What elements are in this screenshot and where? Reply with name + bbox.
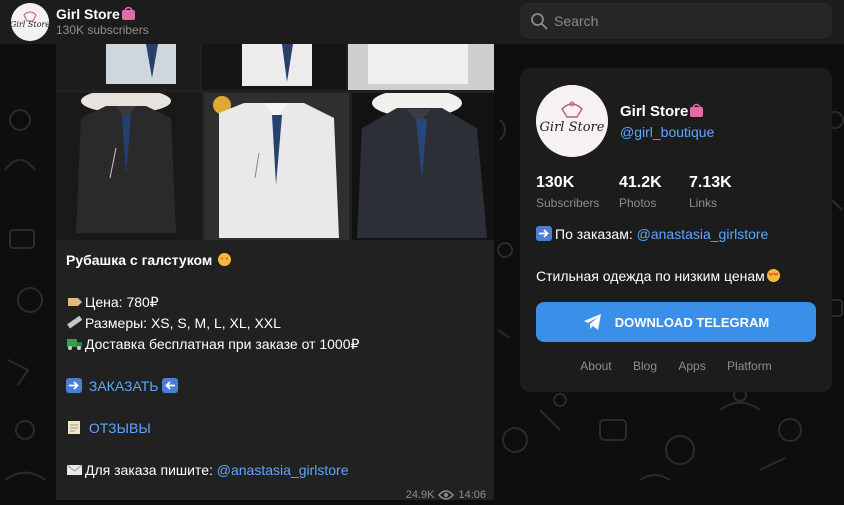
album-photo[interactable] — [348, 44, 494, 90]
contact-link[interactable]: @anastasia_girlstore — [217, 462, 349, 478]
channel-description: Стильная одежда по низким ценам — [536, 268, 784, 284]
channel-avatar[interactable]: Girl Store — [11, 3, 49, 41]
avatar-logo-text: Girl Store — [11, 20, 49, 29]
reviews-line: ОТЗЫВЫ — [66, 418, 486, 439]
album-photo-black-shirt[interactable] — [56, 93, 201, 240]
footer-link-about[interactable]: About — [580, 359, 611, 373]
post-meta: 24.9K 14:06 — [406, 489, 486, 500]
album-photo[interactable] — [56, 44, 200, 90]
search-box[interactable] — [520, 3, 832, 39]
footer-link-apps[interactable]: Apps — [678, 359, 705, 373]
avatar-logo-text: Girl Store — [540, 120, 605, 135]
album-photo-white-shirt[interactable] — [204, 93, 349, 240]
top-bar: Girl Store Girl Store 130K subscribers — [0, 0, 844, 44]
post-title-line: Рубашка с галстуком — [66, 250, 486, 271]
shopping-bag-icon — [690, 103, 704, 117]
post-delivery: Доставка бесплатная при заказе от 1000₽ — [85, 336, 360, 352]
orders-contact-line: По заказам: @anastasia_girlstore — [536, 226, 768, 242]
price-tag-icon — [68, 298, 82, 306]
envelope-icon — [66, 464, 83, 475]
card-title: Girl Store — [620, 103, 707, 120]
post-sizes: Размеры: XS, S, M, L, XL, XXL — [85, 315, 281, 331]
post-title: Рубашка с галстуком — [66, 252, 213, 268]
smiling-face-hearts-icon — [218, 253, 232, 266]
ruler-icon — [67, 315, 83, 329]
telegram-plane-icon — [583, 314, 601, 330]
footer-link-platform[interactable]: Platform — [727, 359, 772, 373]
subscriber-count: 130K subscribers — [56, 23, 149, 37]
order-link[interactable]: ЗАКАЗАТЬ — [89, 378, 159, 394]
search-icon — [531, 13, 548, 30]
post-time: 14:06 — [458, 489, 486, 500]
channel-post: Рубашка с галстуком Цена: 780₽ Размеры: … — [56, 44, 494, 500]
sizes-line: Размеры: XS, S, M, L, XL, XXL — [66, 313, 486, 334]
album-photo-dark-shirt[interactable] — [352, 93, 494, 240]
heart-eyes-icon — [766, 269, 780, 282]
channel-handle[interactable]: @girl_boutique — [620, 124, 714, 140]
right-arrow-icon — [66, 378, 82, 393]
order-line: ЗАКАЗАТЬ — [66, 376, 486, 397]
search-input[interactable] — [554, 3, 824, 39]
photo-album — [56, 44, 494, 240]
orders-contact-link[interactable]: @anastasia_girlstore — [637, 226, 769, 242]
delivery-line: Доставка бесплатная при заказе от 1000₽ — [66, 334, 486, 355]
channel-title: Girl Store — [56, 6, 139, 22]
view-count: 24.9K — [405, 489, 435, 500]
channel-info-card: Girl Store Girl Store @girl_boutique 130… — [520, 68, 832, 392]
download-telegram-button[interactable]: DOWNLOAD TELEGRAM — [536, 302, 816, 342]
eye-icon — [438, 490, 455, 500]
shopping-bag-icon — [121, 6, 135, 20]
stat-photos[interactable]: 41.2K Photos — [619, 174, 662, 210]
price-line: Цена: 780₽ — [66, 292, 486, 313]
contact-line: Для заказа пишите: @anastasia_girlstore — [66, 460, 486, 481]
reviews-link[interactable]: ОТЗЫВЫ — [89, 420, 151, 436]
stat-subscribers: 130K Subscribers — [536, 174, 600, 210]
post-price: Цена: 780₽ — [85, 294, 159, 310]
memo-icon — [68, 421, 80, 434]
contact-prefix: Для заказа пишите: — [85, 462, 217, 478]
right-arrow-icon — [536, 226, 552, 241]
footer-link-blog[interactable]: Blog — [633, 359, 657, 373]
stat-links[interactable]: 7.13K Links — [689, 174, 732, 210]
footer-links: About Blog Apps Platform — [520, 359, 832, 373]
post-caption: Рубашка с галстуком Цена: 780₽ Размеры: … — [66, 250, 486, 481]
left-arrow-icon — [162, 378, 179, 393]
delivery-truck-icon — [67, 339, 82, 350]
channel-avatar-large: Girl Store — [536, 85, 608, 157]
album-photo[interactable] — [202, 44, 346, 90]
